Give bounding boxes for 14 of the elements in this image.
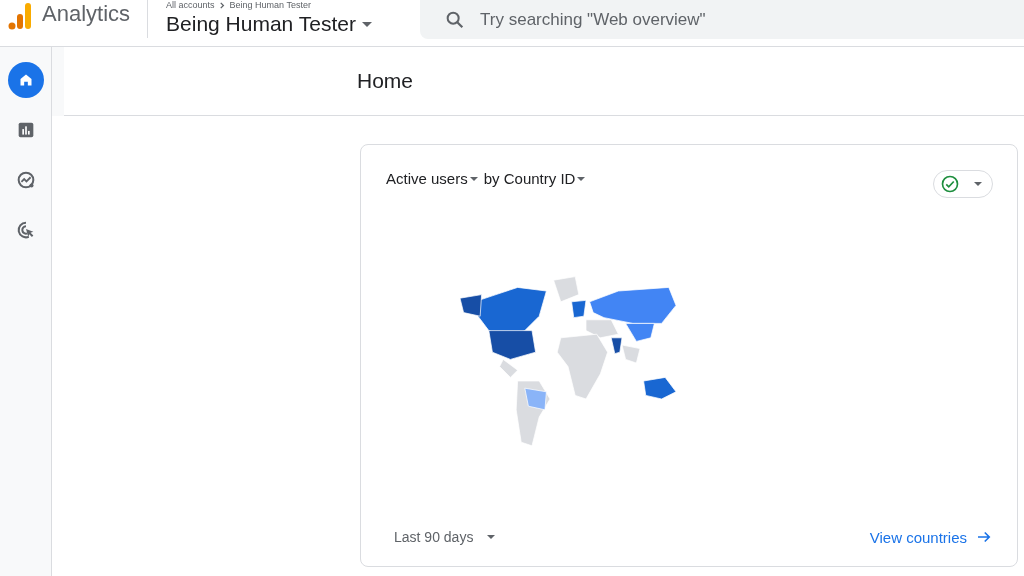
chevron-right-icon	[218, 1, 226, 9]
breadcrumb-link[interactable]: Being Human Tester	[229, 0, 311, 10]
search-field[interactable]: Try searching "Web overview"	[420, 0, 1024, 39]
metric-dropdown[interactable]: Active users	[386, 170, 478, 187]
page-title: Home	[357, 69, 414, 93]
analytics-logo-icon	[8, 1, 32, 31]
property-selector[interactable]: Being Human Tester	[166, 12, 403, 36]
search-input[interactable]: Try searching "Web overview"	[480, 9, 1008, 30]
date-range-dropdown[interactable]: Last 90 days	[394, 529, 496, 545]
view-countries-link[interactable]: View countries	[869, 528, 993, 546]
product-name: Analytics	[42, 1, 131, 27]
home-nav-button[interactable]	[7, 62, 44, 98]
dimension-dropdown[interactable]: by Country ID	[483, 170, 586, 187]
breadcrumb-link[interactable]: All accounts	[166, 0, 215, 10]
